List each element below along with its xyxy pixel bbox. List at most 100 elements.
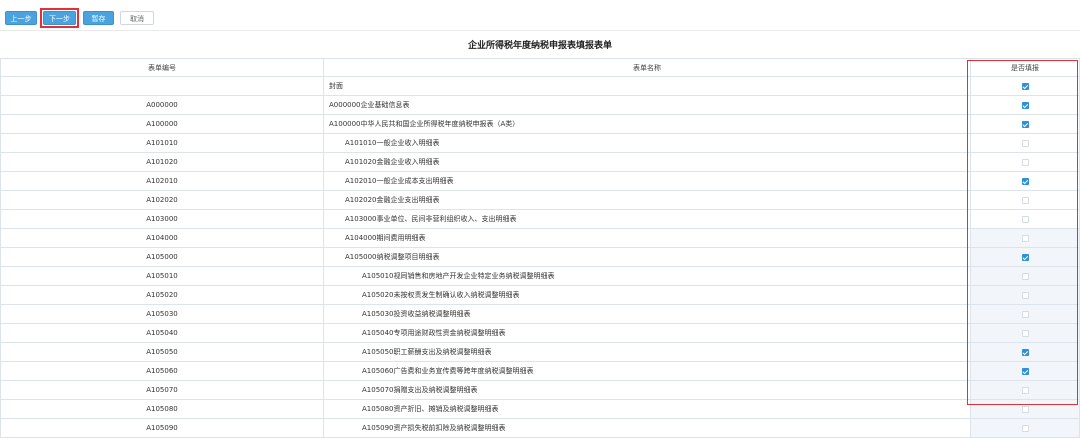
toolbar: 上一步 下一步 暂存 取消 (0, 0, 1080, 31)
checkbox-checked-icon[interactable] (1021, 177, 1029, 185)
form-name-label: A105050职工薪酬支出及纳税调整明细表 (362, 348, 492, 356)
checkbox-unchecked-icon[interactable] (1021, 405, 1029, 413)
table-row: A103000 A103000事业单位、民间非营利组织收入、支出明细表 (0, 209, 1080, 229)
checkbox-unchecked-icon[interactable] (1021, 196, 1029, 204)
checkbox-unchecked-icon[interactable] (1021, 424, 1029, 432)
form-name-label: A101010一般企业收入明细表 (345, 139, 440, 147)
checkbox-checked-icon[interactable] (1021, 253, 1029, 261)
form-name-cell: A105010视同销售和房地产开发企业特定业务纳税调整明细表 (323, 266, 971, 286)
table-row: A104000 A104000期间费用明细表 (0, 228, 1080, 248)
form-name-cell: A100000中华人民共和国企业所得税年度纳税申报表（A类） (323, 114, 971, 134)
fill-checkbox-cell (970, 133, 1080, 153)
form-name-label: A105090资产损失税前扣除及纳税调整明细表 (362, 424, 506, 432)
form-code-cell (0, 76, 324, 96)
table-row: A105010 A105010视同销售和房地产开发企业特定业务纳税调整明细表 (0, 266, 1080, 286)
table-row: 封面 (0, 76, 1080, 96)
form-name-cell: A102020金融企业支出明细表 (323, 190, 971, 210)
checkbox-checked-icon[interactable] (1021, 348, 1029, 356)
form-name-cell: A105030投资收益纳税调整明细表 (323, 304, 971, 324)
form-name-cell: A105000纳税调整项目明细表 (323, 247, 971, 267)
form-name-cell: A103000事业单位、民间非营利组织收入、支出明细表 (323, 209, 971, 229)
form-code-cell: A000000 (0, 95, 324, 115)
form-name-label: A102010一般企业成本支出明细表 (345, 177, 454, 185)
form-code-cell: A105060 (0, 361, 324, 381)
form-code-cell: A105070 (0, 380, 324, 400)
form-name-cell: A105070捐赠支出及纳税调整明细表 (323, 380, 971, 400)
form-name-label: A105020未按权责发生制确认收入纳税调整明细表 (362, 291, 520, 299)
form-name-cell: A105050职工薪酬支出及纳税调整明细表 (323, 342, 971, 362)
checkbox-unchecked-icon[interactable] (1021, 291, 1029, 299)
checkbox-unchecked-icon[interactable] (1021, 139, 1029, 147)
fill-checkbox-cell (970, 209, 1080, 229)
form-code-cell: A105030 (0, 304, 324, 324)
form-name-cell: 封面 (323, 76, 971, 96)
table-row: A105060 A105060广告费和业务宣传费等跨年度纳税调整明细表 (0, 361, 1080, 381)
form-name-label: A101020金融企业收入明细表 (345, 158, 440, 166)
next-step-button[interactable]: 下一步 (43, 11, 76, 25)
table-row: A105070 A105070捐赠支出及纳税调整明细表 (0, 380, 1080, 400)
column-header-code: 表单编号 (0, 58, 324, 77)
table-row: A101020 A101020金融企业收入明细表 (0, 152, 1080, 172)
form-name-label: A103000事业单位、民间非营利组织收入、支出明细表 (345, 215, 517, 223)
table-body: 封面 A000000 A000000企业基础信息表 A100000 A100000中华人… (0, 76, 1080, 438)
fill-checkbox-cell (970, 323, 1080, 343)
checkbox-unchecked-icon[interactable] (1021, 272, 1029, 280)
table-row: A105080 A105080资产折旧、摊销及纳税调整明细表 (0, 399, 1080, 419)
form-name-cell: A000000企业基础信息表 (323, 95, 971, 115)
column-header-name: 表单名称 (323, 58, 971, 77)
form-name-label: A105010视同销售和房地产开发企业特定业务纳税调整明细表 (362, 272, 555, 280)
table-header-row: 表单编号 表单名称 是否填报 (0, 58, 1080, 77)
save-draft-button[interactable]: 暂存 (83, 11, 114, 25)
form-code-cell: A101010 (0, 133, 324, 153)
checkbox-checked-icon[interactable] (1021, 120, 1029, 128)
form-name-label: A105000纳税调整项目明细表 (345, 253, 440, 261)
form-code-cell: A103000 (0, 209, 324, 229)
checkbox-unchecked-icon[interactable] (1021, 310, 1029, 318)
checkbox-unchecked-icon[interactable] (1021, 215, 1029, 223)
fill-checkbox-cell (970, 399, 1080, 419)
fill-checkbox-cell (970, 152, 1080, 172)
prev-step-button[interactable]: 上一步 (5, 11, 37, 25)
checkbox-unchecked-icon[interactable] (1021, 234, 1029, 242)
form-name-cell: A104000期间费用明细表 (323, 228, 971, 248)
fill-checkbox-cell (970, 228, 1080, 248)
checkbox-checked-icon[interactable] (1021, 82, 1029, 90)
checkbox-unchecked-icon[interactable] (1021, 158, 1029, 166)
form-name-label: A105070捐赠支出及纳税调整明细表 (362, 386, 478, 394)
checkbox-checked-icon[interactable] (1021, 101, 1029, 109)
checkbox-unchecked-icon[interactable] (1021, 329, 1029, 337)
form-code-cell: A105050 (0, 342, 324, 362)
form-name-cell: A105060广告费和业务宣传费等跨年度纳税调整明细表 (323, 361, 971, 381)
table-row: A105090 A105090资产损失税前扣除及纳税调整明细表 (0, 418, 1080, 438)
fill-checkbox-cell (970, 361, 1080, 381)
table-row: A101010 A101010一般企业收入明细表 (0, 133, 1080, 153)
fill-checkbox-cell (970, 247, 1080, 267)
form-name-cell: A101010一般企业收入明细表 (323, 133, 971, 153)
form-name-cell: A105080资产折旧、摊销及纳税调整明细表 (323, 399, 971, 419)
form-name-label: A105060广告费和业务宣传费等跨年度纳税调整明细表 (362, 367, 534, 375)
form-name-label: A102020金融企业支出明细表 (345, 196, 440, 204)
fill-checkbox-cell (970, 285, 1080, 305)
form-code-cell: A105090 (0, 418, 324, 438)
form-name-label: A105030投资收益纳税调整明细表 (362, 310, 471, 318)
cancel-button[interactable]: 取消 (120, 11, 154, 25)
form-code-cell: A105080 (0, 399, 324, 419)
form-code-cell: A105010 (0, 266, 324, 286)
checkbox-unchecked-icon[interactable] (1021, 386, 1029, 394)
table-row: A105020 A105020未按权责发生制确认收入纳税调整明细表 (0, 285, 1080, 305)
form-name-cell: A105040专项用途财政性资金纳税调整明细表 (323, 323, 971, 343)
table-row: A105000 A105000纳税调整项目明细表 (0, 247, 1080, 267)
checkbox-checked-icon[interactable] (1021, 367, 1029, 375)
page-title: 企业所得税年度纳税申报表填报表单 (467, 41, 612, 51)
form-name-cell: A105020未按权责发生制确认收入纳税调整明细表 (323, 285, 971, 305)
form-name-cell: A102010一般企业成本支出明细表 (323, 171, 971, 191)
form-name-label: A105080资产折旧、摊销及纳税调整明细表 (362, 405, 499, 413)
form-code-cell: A105000 (0, 247, 324, 267)
form-name-cell: A101020金融企业收入明细表 (323, 152, 971, 172)
fill-checkbox-cell (970, 342, 1080, 362)
form-code-cell: A101020 (0, 152, 324, 172)
form-code-cell: A102020 (0, 190, 324, 210)
fill-checkbox-cell (970, 76, 1080, 96)
table-row: A105040 A105040专项用途财政性资金纳税调整明细表 (0, 323, 1080, 343)
fill-checkbox-cell (970, 380, 1080, 400)
